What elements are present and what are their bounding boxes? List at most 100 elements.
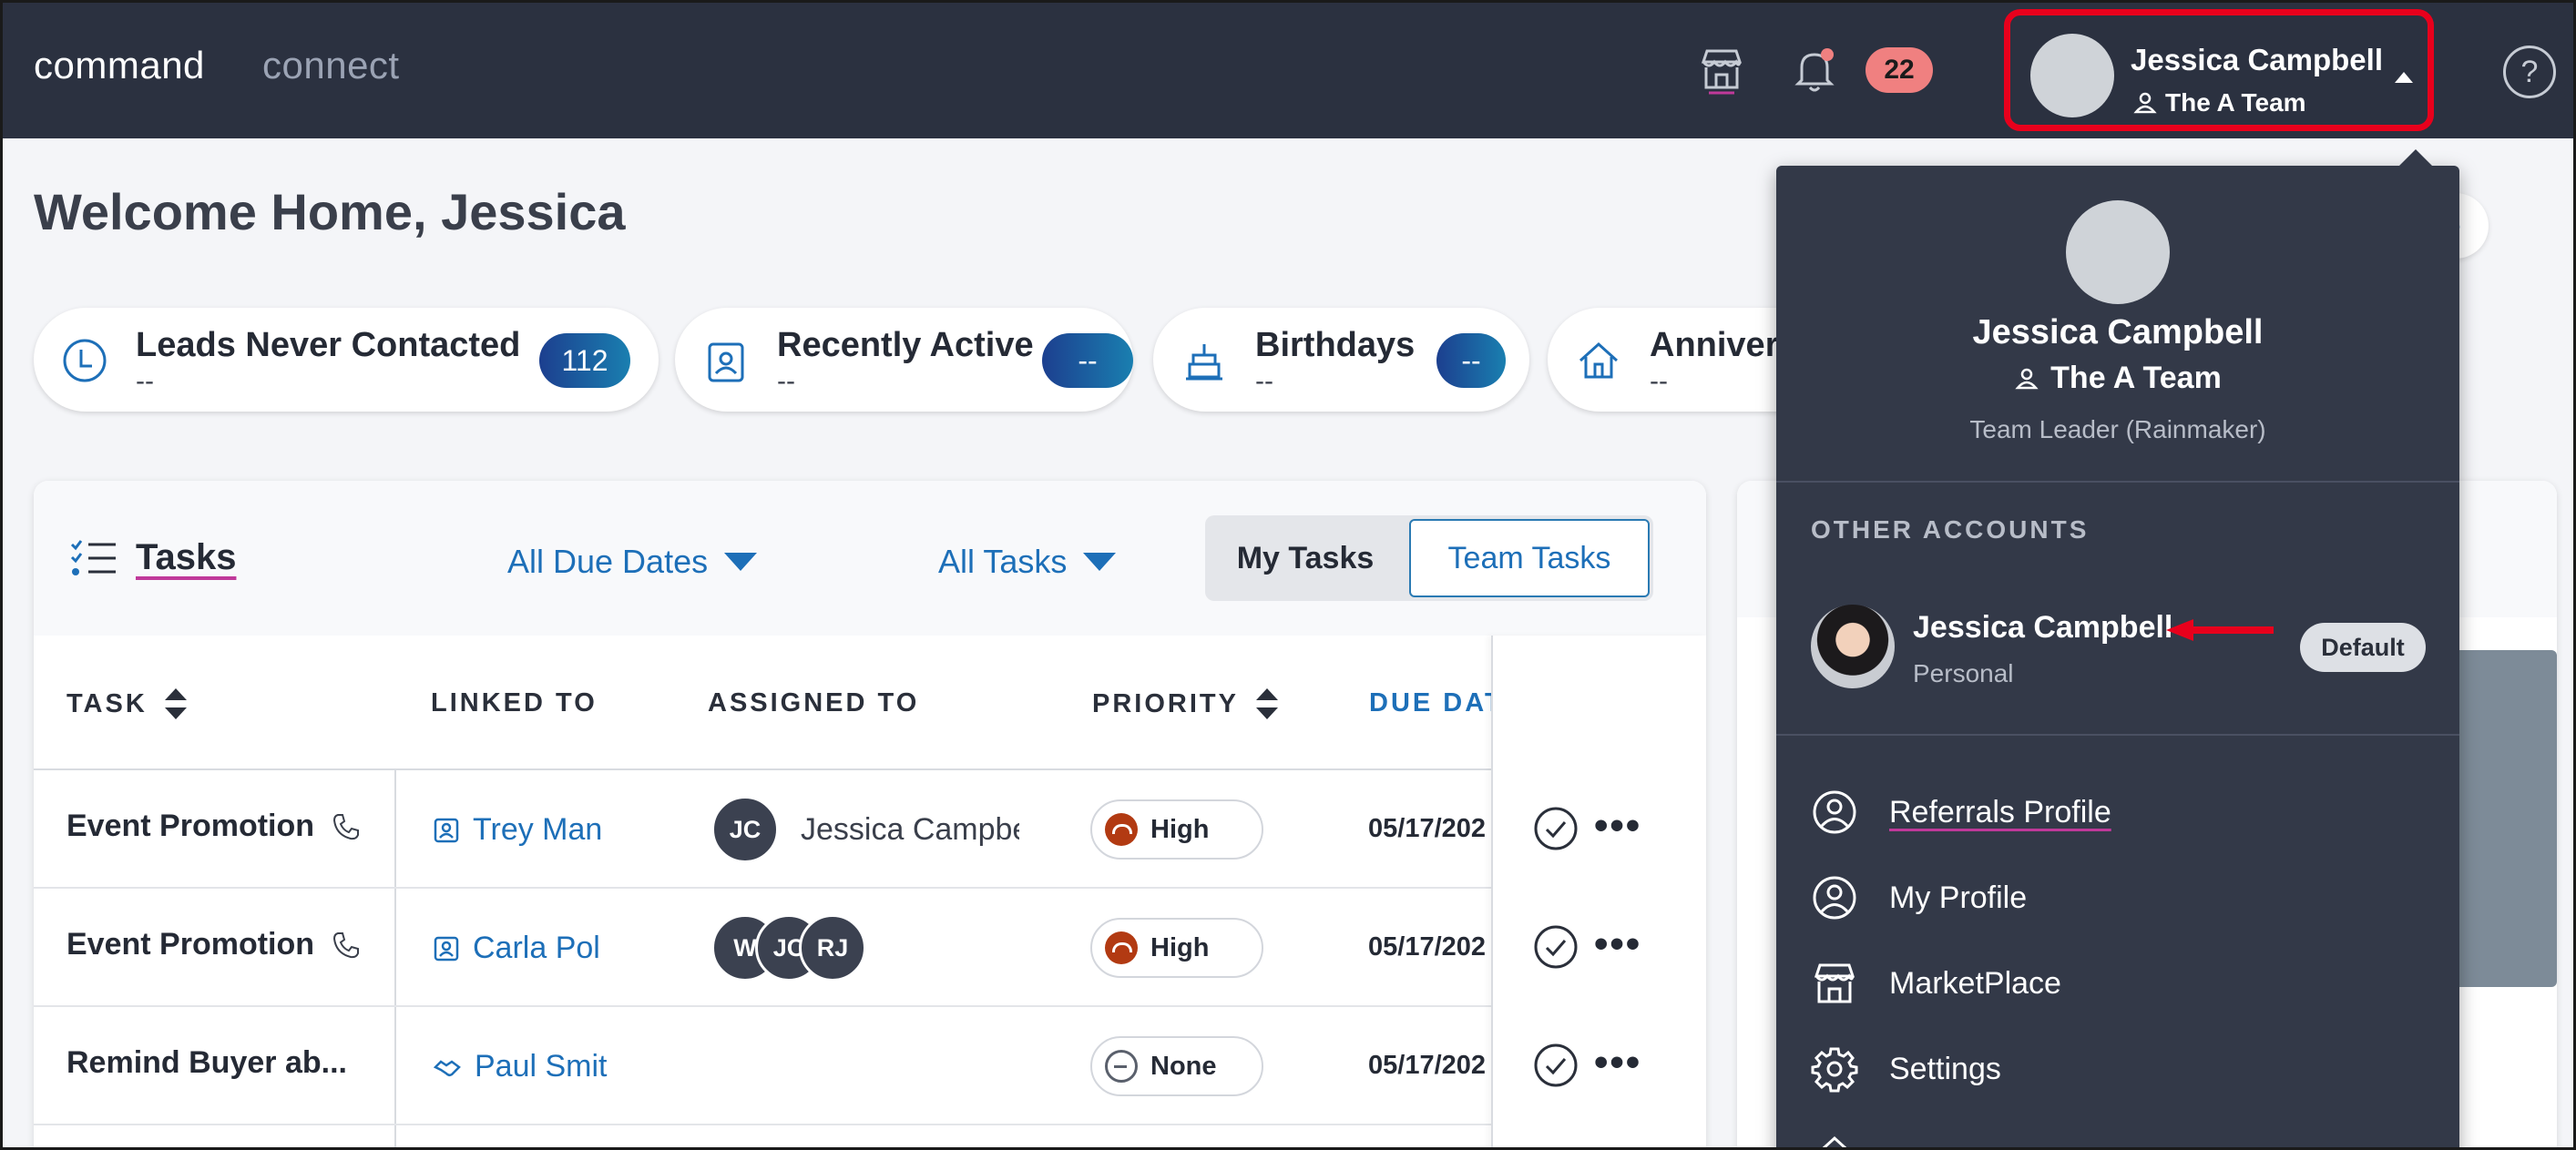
stat-card-leads-never-contacted[interactable]: Leads Never Contacted -- 112 [34, 308, 659, 412]
chevron-down-icon [1083, 553, 1117, 571]
task-type-filter[interactable]: All Tasks [938, 543, 1117, 581]
birthday-cake-icon [1186, 344, 1222, 381]
account-name: Jessica Campbell [1913, 610, 2173, 645]
task-type-filter-label: All Tasks [938, 543, 1068, 580]
task-scope-toggle: My Tasks Team Tasks [1205, 515, 1653, 601]
row-actions: ••• [1528, 1007, 1692, 1125]
tasks-title[interactable]: Tasks [136, 537, 236, 578]
default-badge: Default [2300, 623, 2426, 672]
dropdown-user-name: Jessica Campbell [1972, 313, 2264, 351]
notification-count-badge[interactable]: 22 [1866, 47, 1933, 93]
other-accounts-heading: OTHER ACCOUNTS [1811, 515, 2090, 544]
tab-team-tasks[interactable]: Team Tasks [1409, 519, 1650, 597]
priority-badge[interactable]: None [1090, 1036, 1263, 1096]
more-options-icon[interactable]: ••• [1594, 803, 1641, 849]
col-linked-to: LINKED TO [431, 688, 598, 717]
stat-card-birthdays[interactable]: Birthdays -- -- [1153, 308, 1529, 412]
contact-card-icon [434, 818, 459, 842]
stat-sub: -- [136, 366, 154, 396]
col-assigned-to: ASSIGNED TO [708, 688, 920, 717]
task-list-icon [70, 540, 116, 575]
team-icon [2133, 92, 2157, 114]
tasks-panel: Tasks All Due Dates All Tasks My Tasks T… [34, 481, 1706, 1150]
divider [1776, 734, 2459, 736]
arrow-left-icon [2166, 619, 2274, 641]
team-icon [2015, 368, 2039, 389]
user-avatar [2030, 34, 2114, 117]
clock-icon [63, 339, 107, 382]
assignee-name: Jessica Campbe [801, 811, 1019, 847]
nav-connect[interactable]: connect [262, 44, 400, 87]
row-actions: ••• [1528, 889, 1692, 1007]
menu-item-marketplace[interactable]: MarketPlace [1811, 960, 2061, 1007]
nav-command[interactable]: command [34, 44, 205, 87]
priority-badge[interactable]: High [1090, 918, 1263, 978]
due-date-filter-label: All Due Dates [507, 543, 709, 580]
user-name: Jessica Campbell [2131, 43, 2383, 76]
stat-sub: -- [777, 366, 795, 396]
col-priority[interactable]: PRIORITY [1092, 688, 1279, 719]
dropdown-team: The A Team [1776, 361, 2459, 396]
task-name: Event Promotion [66, 809, 362, 844]
caret-up-icon [2395, 72, 2413, 83]
table-row[interactable]: Event Promotion Carla Pol W JC RJ High 0… [34, 889, 1491, 1007]
marketplace-store-icon [1814, 963, 1855, 1003]
divider [1776, 481, 2459, 483]
tasks-header: Tasks All Due Dates All Tasks My Tasks T… [34, 481, 1706, 636]
assignee-group: JC Jessica Campbe [711, 796, 1019, 863]
linked-contact-link[interactable]: Carla Pol [433, 931, 600, 966]
partially-visible-menu-icon [1819, 1135, 1850, 1150]
more-options-icon[interactable]: ••• [1594, 1040, 1641, 1085]
row-actions: ••• [1528, 770, 1692, 889]
priority-high-icon [1105, 813, 1138, 846]
due-date-filter[interactable]: All Due Dates [507, 543, 758, 581]
avatar: RJ [799, 914, 866, 982]
user-dropdown-menu: Jessica Campbell The A Team Team Leader … [1776, 149, 2459, 1150]
sort-icon [1255, 688, 1279, 719]
menu-item-my-profile[interactable]: My Profile [1811, 874, 2027, 921]
chevron-down-icon [724, 553, 758, 571]
linked-contact-link[interactable]: Paul Smit [433, 1049, 608, 1084]
help-icon[interactable]: ? [2503, 46, 2556, 98]
complete-check-icon[interactable] [1532, 1042, 1579, 1089]
notification-bell-icon[interactable] [1789, 44, 1840, 95]
menu-item-referrals-profile[interactable]: Referrals Profile [1811, 789, 2111, 836]
contact-card-icon [434, 936, 459, 961]
due-date: 05/17/202 [1368, 932, 1487, 962]
dropdown-role: Team Leader (Rainmaker) [1969, 415, 2266, 443]
complete-check-icon[interactable] [1532, 805, 1579, 852]
account-type: Personal [1913, 659, 2014, 687]
col-due-date[interactable]: DUE DAT [1369, 688, 1504, 718]
sort-icon [164, 688, 188, 719]
linked-contact-link[interactable]: Trey Man [433, 812, 602, 848]
more-options-icon[interactable]: ••• [1594, 921, 1641, 967]
stat-sub: -- [1650, 366, 1668, 396]
priority-high-icon [1105, 931, 1138, 964]
task-name: Remind Buyer ab... [66, 1045, 347, 1080]
stat-count-badge: -- [1042, 333, 1133, 388]
dropdown-notch [2399, 149, 2432, 166]
tab-my-tasks[interactable]: My Tasks [1205, 515, 1406, 601]
col-task[interactable]: TASK [66, 688, 188, 719]
stat-title: Birthdays [1255, 326, 1416, 364]
menu-item-settings[interactable]: Settings [1811, 1045, 2001, 1093]
stat-sub: -- [1255, 366, 1273, 396]
table-row[interactable]: Event Promotion Trey Man JC Jessica Camp… [34, 770, 1491, 889]
marketplace-store-icon[interactable] [1696, 44, 1747, 95]
phone-icon [333, 813, 360, 840]
table-row[interactable]: Remind Buyer ab... Paul Smit None 05/17/… [34, 1007, 1491, 1125]
stat-title: Recently Active [777, 326, 1034, 364]
handshake-icon [433, 1059, 461, 1076]
user-circle-icon [1813, 876, 1856, 920]
user-menu-toggle[interactable]: Jessica Campbell The A Team [2004, 9, 2434, 131]
top-bar: command connect 22 Jessica Campbell The … [0, 0, 2576, 138]
home-icon [1579, 341, 1619, 379]
priority-badge[interactable]: High [1090, 799, 1263, 860]
table-header: TASK LINKED TO ASSIGNED TO PRIORITY DUE … [34, 636, 1706, 770]
stat-card-recently-active[interactable]: Recently Active -- -- [675, 308, 1133, 412]
priority-none-icon [1105, 1050, 1138, 1083]
stat-title: Leads Never Contacted [136, 326, 521, 364]
complete-check-icon[interactable] [1532, 923, 1579, 971]
avatar [1811, 605, 1895, 688]
user-circle-icon [1813, 790, 1856, 834]
